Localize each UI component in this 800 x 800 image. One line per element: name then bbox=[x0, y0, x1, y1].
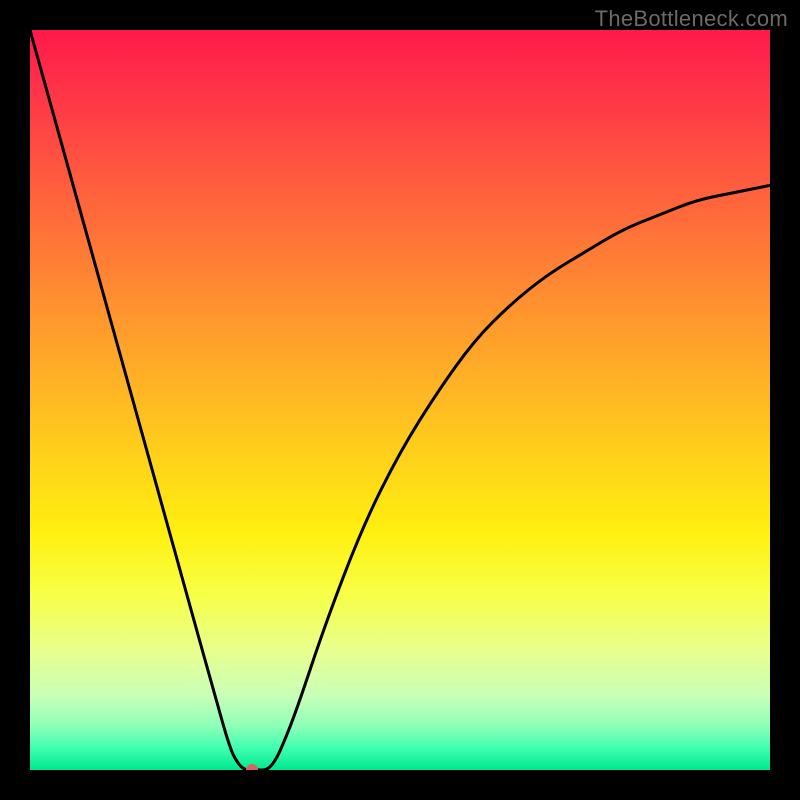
bottleneck-curve-svg bbox=[30, 30, 770, 770]
watermark-text: TheBottleneck.com bbox=[595, 6, 788, 32]
chart-container: TheBottleneck.com bbox=[0, 0, 800, 800]
minimum-marker bbox=[246, 764, 258, 770]
plot-area bbox=[30, 30, 770, 770]
bottleneck-curve-path bbox=[30, 30, 770, 770]
